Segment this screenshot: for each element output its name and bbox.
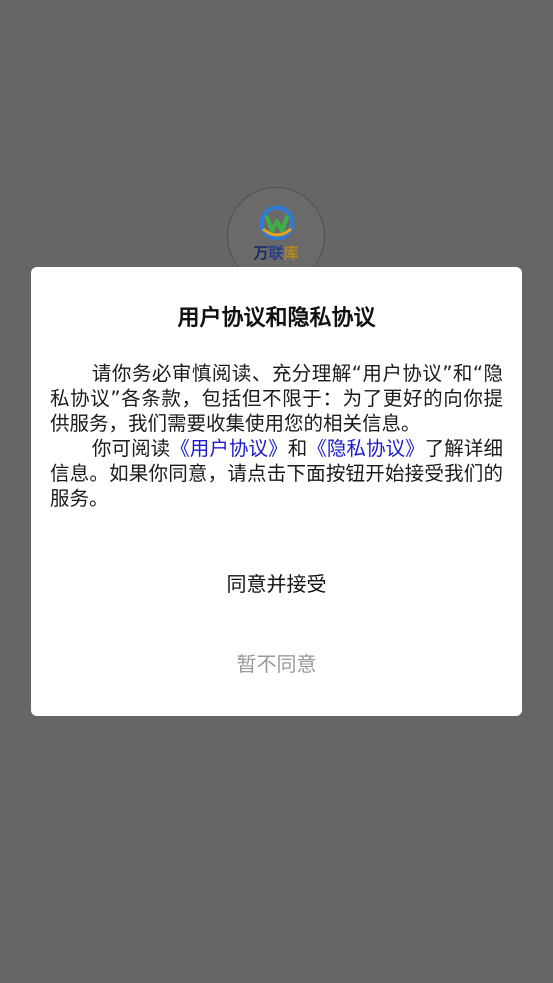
paragraph-2-and: 和	[287, 437, 308, 460]
app-logo-text: 万联库	[253, 244, 299, 262]
paragraph-2-prefix: 你可阅读	[91, 437, 171, 460]
agreement-paragraph-2: 你可阅读《用户协议》和《隐私协议》了解详细信息。如果你同意，请点击下面按钮开始接…	[50, 436, 503, 511]
dialog-body: 请你务必审慎阅读、充分理解“用户协议”和“隐私协议”各条款，包括但不限于：为了更…	[50, 361, 503, 511]
disagree-button[interactable]: 暂不同意	[151, 643, 402, 685]
user-agreement-link[interactable]: 《用户协议》	[170, 437, 287, 460]
agreement-dialog: 用户协议和隐私协议 请你务必审慎阅读、充分理解“用户协议”和“隐私协议”各条款，…	[31, 267, 522, 716]
agree-button[interactable]: 同意并接受	[151, 563, 402, 605]
wanlianku-logo-icon	[259, 205, 295, 241]
agreement-paragraph-1: 请你务必审慎阅读、充分理解“用户协议”和“隐私协议”各条款，包括但不限于：为了更…	[50, 362, 503, 435]
dialog-title: 用户协议和隐私协议	[177, 306, 376, 331]
privacy-agreement-link[interactable]: 《隐私协议》	[307, 437, 424, 460]
